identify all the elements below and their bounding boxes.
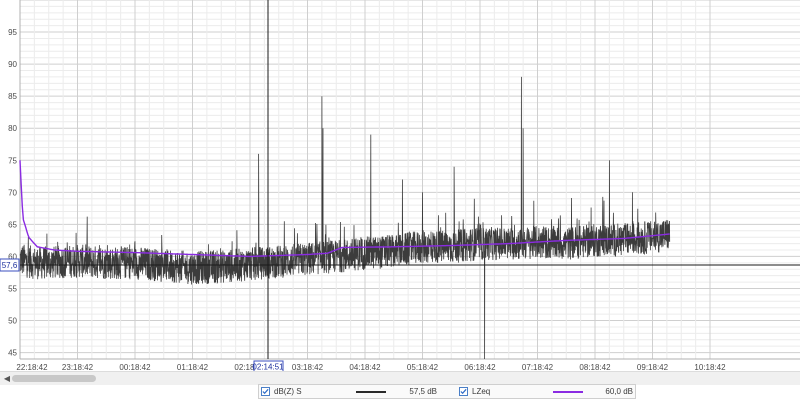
y-tick-label: 95	[8, 28, 17, 37]
y-tick-label: 45	[8, 349, 17, 358]
x-tick-label: 03:18:42	[292, 363, 324, 371]
sound-level-chart[interactable]: 455055606570758085909522:18:42 23:18:42 00…	[0, 0, 800, 371]
y-tick-label: 85	[8, 92, 17, 101]
legend-item-lzeq[interactable]: LZeq	[459, 385, 490, 398]
cursor-x-label: 02:14:51	[252, 363, 284, 372]
x-tick-label: 04:18:42	[349, 363, 381, 371]
x-tick-label: 06:18:42	[464, 363, 496, 371]
legend-label-lzeq: LZeq	[472, 387, 491, 396]
checkmark-icon	[460, 388, 467, 395]
y-tick-label: 75	[8, 156, 17, 165]
legend-checkbox-dbz[interactable]	[261, 387, 270, 396]
x-tick-label: 00:18:42	[119, 363, 151, 371]
x-tick-label: 09:18:42	[637, 363, 669, 371]
y-tick-label: 70	[8, 188, 17, 197]
x-tick-label: 23:18:42	[62, 363, 94, 371]
x-tick-label: 22:18:42	[16, 363, 48, 371]
legend-value-dbz: 57,5 dB	[409, 387, 437, 396]
x-tick-label: 10:18:42	[694, 363, 726, 371]
legend-item-dbz[interactable]: dB(Z) S	[261, 385, 302, 398]
scrollbar-thumb[interactable]	[12, 375, 96, 382]
x-tick-label: 08:18:42	[579, 363, 611, 371]
horizontal-scrollbar[interactable]: ◀	[0, 371, 800, 385]
scroll-left-arrow-icon[interactable]: ◀	[2, 372, 12, 385]
legend-line-dbz	[356, 391, 386, 393]
cursor-y-label: 57,6	[2, 261, 18, 270]
y-tick-label: 65	[8, 220, 17, 229]
y-tick-label: 55	[8, 284, 17, 293]
legend-value-lzeq: 60,0 dB	[605, 387, 633, 396]
x-tick-label: 05:18:42	[407, 363, 439, 371]
legend-label-dbz: dB(Z) S	[274, 387, 302, 396]
y-tick-label: 90	[8, 60, 17, 69]
checkmark-icon	[262, 388, 269, 395]
x-tick-label: 01:18:42	[177, 363, 209, 371]
legend-line-lzeq	[553, 391, 583, 393]
legend-checkbox-lzeq[interactable]	[459, 387, 468, 396]
legend: dB(Z) S 57,5 dB LZeq 60,0 dB	[258, 384, 636, 399]
x-tick-label: 07:18:42	[522, 363, 554, 371]
y-tick-label: 80	[8, 124, 17, 133]
y-tick-label: 50	[8, 317, 17, 326]
